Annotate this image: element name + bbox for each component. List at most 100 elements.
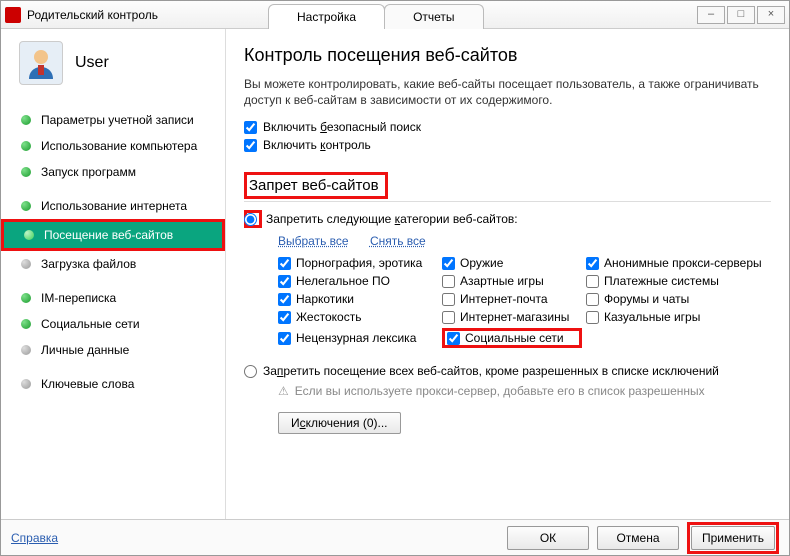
radio-block-all-label: Запретить посещение всех веб-сайтов, кро… — [263, 364, 719, 378]
category-checkbox[interactable]: Нецензурная лексика — [278, 328, 438, 348]
help-link[interactable]: Справка — [11, 531, 58, 545]
radio-block-categories[interactable] — [244, 213, 257, 226]
maximize-button[interactable]: □ — [727, 6, 755, 24]
status-dot-icon — [24, 230, 34, 240]
enable-control-label: Включить контроль — [263, 138, 371, 152]
category-label: Интернет-почта — [460, 292, 548, 306]
footer: Справка ОК Отмена Применить — [1, 519, 789, 555]
category-checkbox[interactable]: Социальные сети — [442, 328, 582, 348]
category-checkbox-input[interactable] — [278, 311, 291, 324]
status-dot-icon — [21, 293, 31, 303]
category-checkbox[interactable]: Анонимные прокси-серверы — [586, 256, 776, 270]
username: User — [75, 54, 109, 72]
link-clear-all[interactable]: Снять все — [370, 234, 426, 248]
user-box: User — [1, 41, 225, 99]
sidebar-item-6[interactable]: IM-переписка — [1, 277, 225, 311]
sidebar-item-2[interactable]: Запуск программ — [1, 159, 225, 185]
category-label: Наркотики — [296, 292, 354, 306]
warning-icon: ⚠ — [278, 384, 289, 398]
category-label: Форумы и чаты — [604, 292, 689, 306]
main-panel: Контроль посещения веб-сайтов Вы можете … — [226, 29, 789, 519]
category-checkbox-input[interactable] — [278, 275, 291, 288]
status-dot-icon — [21, 259, 31, 269]
sidebar-item-5[interactable]: Загрузка файлов — [1, 251, 225, 277]
category-label: Интернет-магазины — [460, 310, 569, 324]
status-dot-icon — [21, 319, 31, 329]
sidebar-item-9[interactable]: Ключевые слова — [1, 363, 225, 397]
category-checkbox[interactable]: Порнография, эротика — [278, 256, 438, 270]
category-checkbox-input[interactable] — [278, 257, 291, 270]
enable-control-checkbox-row[interactable]: Включить контроль — [244, 138, 771, 152]
category-checkbox-input[interactable] — [586, 311, 599, 324]
sidebar-item-7[interactable]: Социальные сети — [1, 311, 225, 337]
sidebar-item-label: Использование компьютера — [41, 139, 197, 153]
avatar — [19, 41, 63, 85]
category-checkbox-input[interactable] — [442, 311, 455, 324]
radio-block-all-row[interactable]: Запретить посещение всех веб-сайтов, кро… — [244, 364, 771, 378]
radio-block-categories-highlight — [244, 210, 262, 228]
category-checkbox[interactable]: Интернет-магазины — [442, 310, 582, 324]
category-label: Азартные игры — [460, 274, 544, 288]
category-grid: Порнография, эротикаОружиеАнонимные прок… — [278, 256, 771, 348]
tab-settings[interactable]: Настройка — [268, 4, 385, 29]
radio-block-categories-row[interactable]: Запретить следующие категории веб-сайтов… — [244, 210, 771, 228]
category-checkbox[interactable]: Интернет-почта — [442, 292, 582, 306]
apply-button-highlight: Применить — [687, 522, 779, 554]
category-label: Жестокость — [296, 310, 361, 324]
category-checkbox[interactable]: Форумы и чаты — [586, 292, 776, 306]
category-checkbox-input[interactable] — [447, 332, 460, 345]
tabstrip: Настройка Отчеты — [268, 2, 483, 27]
page-title: Контроль посещения веб-сайтов — [244, 45, 771, 66]
app-logo-icon — [5, 7, 21, 23]
avatar-icon — [23, 45, 59, 81]
sidebar-item-3[interactable]: Использование интернета — [1, 185, 225, 219]
sidebar-item-1[interactable]: Использование компьютера — [1, 133, 225, 159]
sidebar-item-label: Социальные сети — [41, 317, 140, 331]
exclusions-button[interactable]: Исключения (0)... — [278, 412, 401, 434]
sidebar-item-4[interactable]: Посещение веб-сайтов — [1, 219, 225, 251]
safe-search-checkbox-row[interactable]: Включить безопасный поиск — [244, 120, 771, 134]
section-block-sites-header: Запрет веб-сайтов — [244, 172, 388, 199]
safe-search-label: Включить безопасный поиск — [263, 120, 421, 134]
category-checkbox-input[interactable] — [586, 257, 599, 270]
category-checkbox-input[interactable] — [278, 332, 291, 345]
window-title: Родительский контроль — [27, 8, 158, 22]
category-label: Нецензурная лексика — [296, 331, 416, 345]
sidebar-item-label: Посещение веб-сайтов — [44, 228, 173, 242]
category-label: Платежные системы — [604, 274, 719, 288]
category-checkbox[interactable]: Казуальные игры — [586, 310, 776, 324]
category-checkbox[interactable]: Наркотики — [278, 292, 438, 306]
sidebar-item-label: Использование интернета — [41, 199, 187, 213]
status-dot-icon — [21, 201, 31, 211]
close-button[interactable]: × — [757, 6, 785, 24]
category-checkbox[interactable]: Оружие — [442, 256, 582, 270]
ok-button[interactable]: ОК — [507, 526, 589, 550]
category-checkbox-input[interactable] — [586, 275, 599, 288]
sidebar-item-8[interactable]: Личные данные — [1, 337, 225, 363]
apply-button[interactable]: Применить — [691, 526, 775, 550]
category-checkbox-input[interactable] — [442, 293, 455, 306]
category-checkbox-input[interactable] — [442, 275, 455, 288]
sidebar-item-0[interactable]: Параметры учетной записи — [1, 107, 225, 133]
category-label: Порнография, эротика — [296, 256, 422, 270]
safe-search-checkbox[interactable] — [244, 121, 257, 134]
category-checkbox[interactable]: Жестокость — [278, 310, 438, 324]
category-label: Нелегальное ПО — [296, 274, 390, 288]
radio-block-all[interactable] — [244, 365, 257, 378]
status-dot-icon — [21, 141, 31, 151]
enable-control-checkbox[interactable] — [244, 139, 257, 152]
sidebar: User Параметры учетной записи Использован… — [1, 29, 226, 519]
link-select-all[interactable]: Выбрать все — [278, 234, 349, 248]
category-links: Выбрать все Снять все — [278, 234, 771, 248]
page-description: Вы можете контролировать, какие веб-сайт… — [244, 76, 771, 108]
category-checkbox[interactable]: Платежные системы — [586, 274, 776, 288]
minimize-button[interactable]: – — [697, 6, 725, 24]
status-dot-icon — [21, 115, 31, 125]
category-checkbox[interactable]: Азартные игры — [442, 274, 582, 288]
category-checkbox[interactable]: Нелегальное ПО — [278, 274, 438, 288]
category-checkbox-input[interactable] — [586, 293, 599, 306]
category-checkbox-input[interactable] — [278, 293, 291, 306]
cancel-button[interactable]: Отмена — [597, 526, 679, 550]
category-checkbox-input[interactable] — [442, 257, 455, 270]
tab-reports[interactable]: Отчеты — [384, 4, 483, 29]
